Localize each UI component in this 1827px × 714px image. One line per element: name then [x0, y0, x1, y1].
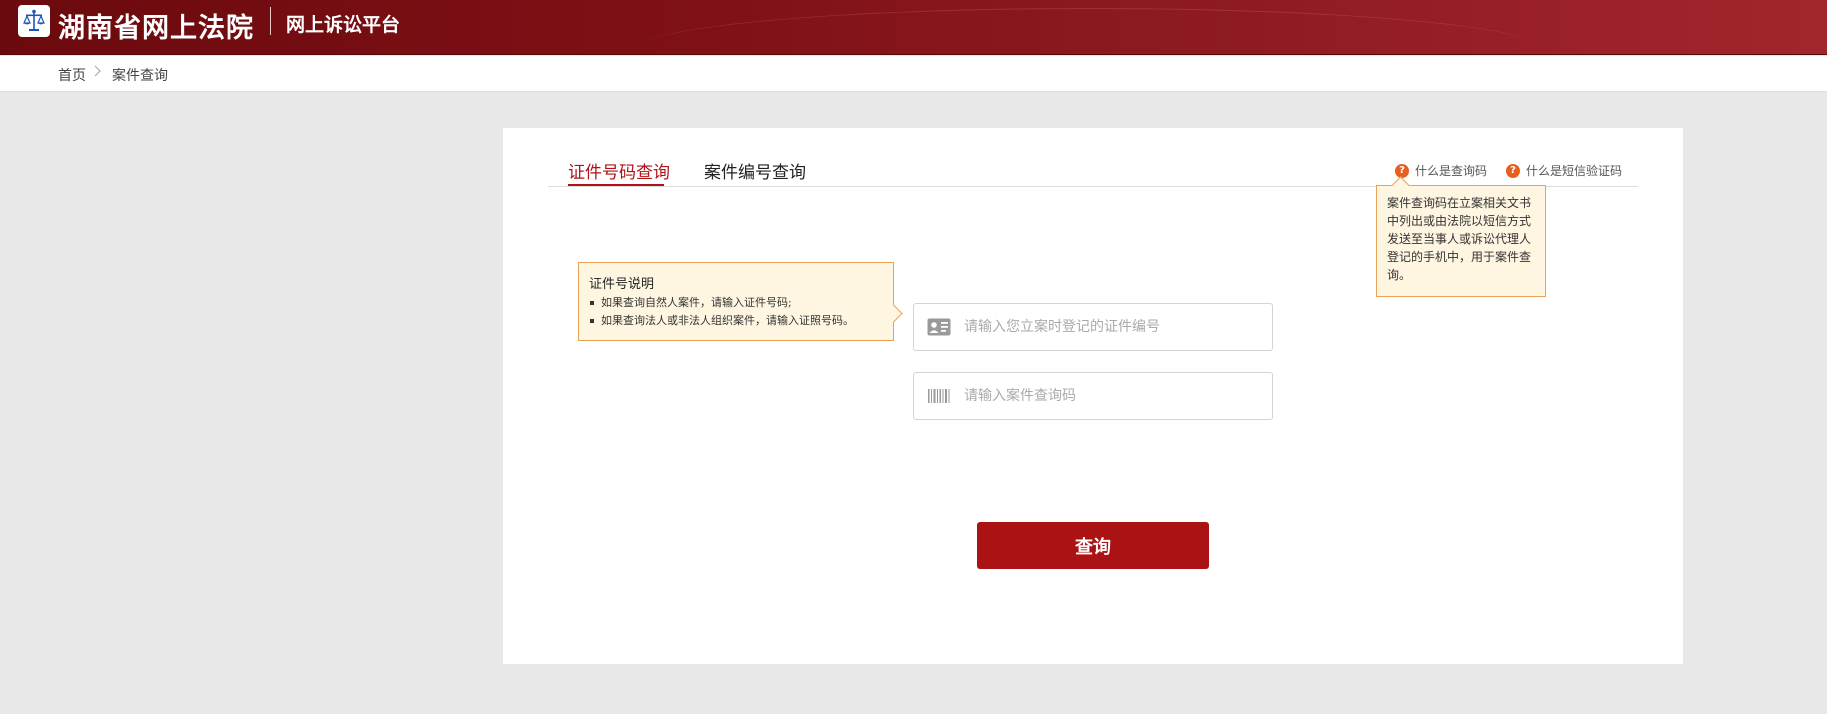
query-button[interactable]: 查询 [977, 522, 1209, 569]
query-code-help-tooltip: 案件查询码在立案相关文书中列出或由法院以短信方式发送至当事人或诉讼代理人登记的手… [1376, 185, 1546, 297]
id-number-field[interactable] [913, 303, 1273, 351]
breadcrumb-current: 案件查询 [112, 68, 168, 84]
tab-case-number-query[interactable]: 案件编号查询 [704, 158, 806, 183]
query-code-field[interactable] [913, 372, 1273, 420]
chevron-right-icon [93, 65, 102, 81]
help-link-sms-code[interactable]: ? 什么是短信验证码 [1506, 162, 1622, 179]
id-card-icon [914, 304, 964, 350]
question-icon: ? [1506, 163, 1520, 178]
tooltip-text: 案件查询码在立案相关文书中列出或由法院以短信方式发送至当事人或诉讼代理人登记的手… [1387, 196, 1532, 282]
barcode-icon [914, 373, 964, 419]
question-icon: ? [1395, 163, 1409, 178]
breadcrumb-home-link[interactable]: 首页 [58, 65, 86, 85]
id-number-input[interactable] [964, 312, 1254, 342]
tab-id-number-query[interactable]: 证件号码查询 [568, 158, 670, 183]
site-title[interactable]: 湖南省网上法院 [58, 6, 254, 45]
top-header: 湖南省网上法院 网上诉讼平台 [0, 0, 1827, 55]
id-number-help-tooltip: 证件号说明 如果查询自然人案件，请输入证件号码; 如果查询法人或非法人组织案件，… [578, 262, 894, 341]
tooltip-title: 证件号说明 [589, 277, 655, 292]
help-link-label: 什么是短信验证码 [1526, 164, 1623, 178]
tooltip-list-item: 如果查询自然人案件，请输入证件号码; [589, 294, 883, 312]
scales-of-justice-icon[interactable] [18, 5, 50, 37]
platform-name: 网上诉讼平台 [286, 14, 401, 36]
query-code-input[interactable] [964, 381, 1254, 411]
title-divider [270, 7, 271, 35]
help-link-label: 什么是查询码 [1415, 164, 1488, 178]
query-panel: 证件号码查询 案件编号查询 ? 什么是查询码 ? 什么是短信验证码 案件查询码在… [503, 128, 1683, 664]
active-tab-indicator [568, 184, 664, 186]
breadcrumb: 首页 案件查询 [0, 56, 1827, 92]
tooltip-list: 如果查询自然人案件，请输入证件号码; 如果查询法人或非法人组织案件，请输入证照号… [589, 294, 883, 330]
help-link-query-code[interactable]: ? 什么是查询码 [1395, 162, 1487, 179]
tooltip-list-item: 如果查询法人或非法人组织案件，请输入证照号码。 [589, 312, 883, 330]
